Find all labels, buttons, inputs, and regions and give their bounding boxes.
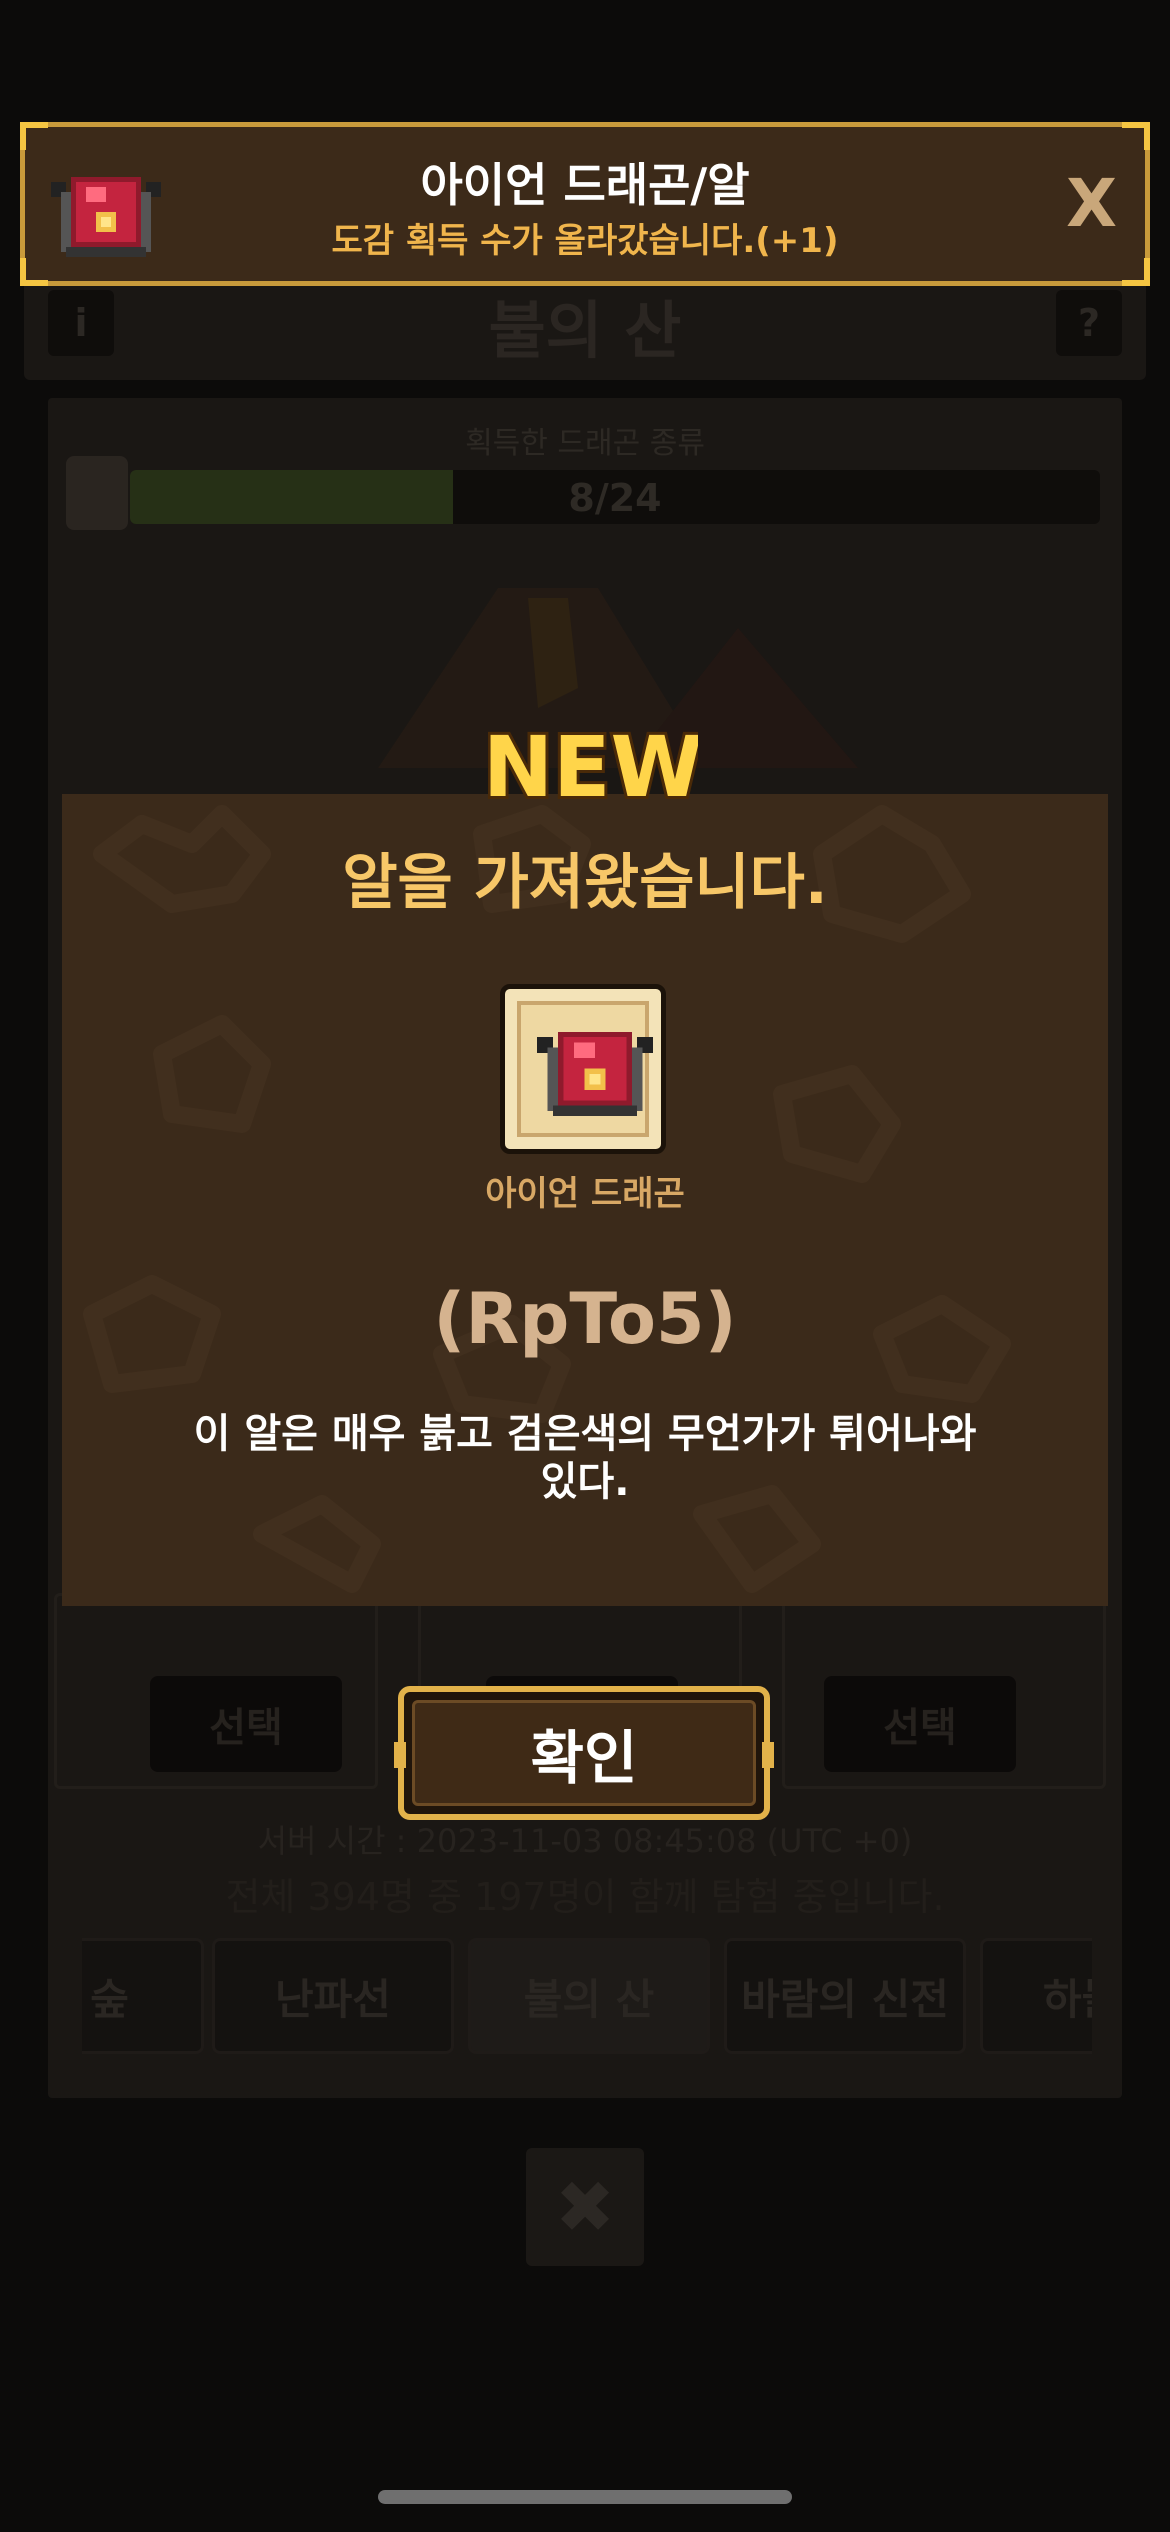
- item-code: (RpTo5): [433, 1278, 737, 1360]
- modal-title: 알을 가져왔습니다.: [342, 848, 828, 918]
- item-card: [500, 984, 666, 1154]
- progress-text: 8/24: [568, 476, 662, 520]
- collection-progress-bar: 8/24: [130, 470, 1100, 524]
- area-tabs: 의 숲 난파선 불의 산 바람의 신전 하늘의: [82, 1938, 1092, 2058]
- tab-forest[interactable]: 의 숲: [82, 1938, 204, 2054]
- explorer-count: 전체 394명 중 197명이 함께 탐험 중입니다.: [225, 1875, 945, 1919]
- select-button-3[interactable]: 선택: [824, 1676, 1016, 1772]
- svg-text:NEW: NEW: [488, 718, 698, 816]
- tab-sky[interactable]: 하늘의: [980, 1938, 1092, 2054]
- area-title: 불의 산: [488, 294, 682, 367]
- egg-acquired-modal: 알을 가져왔습니다. 아이언 드래곤 (RpTo5) 이 알은 매우 붉고 검은…: [62, 794, 1108, 1606]
- tab-shipwreck[interactable]: 난파선: [212, 1938, 454, 2054]
- server-time: 서버 시간 : 2023-11-03 08:45:08 (UTC +0): [257, 1822, 913, 1860]
- banner-title: 아이언 드래곤/알: [420, 158, 750, 212]
- tab-fire-mountain[interactable]: 불의 산: [468, 1938, 710, 2054]
- tab-wind-temple[interactable]: 바람의 신전: [724, 1938, 966, 2054]
- banner-subtitle: 도감 획득 수가 올라갔습니다.(+1): [331, 221, 839, 261]
- red-dragon-egg-icon: [537, 1031, 653, 1117]
- collection-notification-banner: 아이언 드래곤/알 도감 획득 수가 올라갔습니다.(+1) X: [20, 122, 1150, 286]
- select-button-1[interactable]: 선택: [150, 1676, 342, 1772]
- item-name: 아이언 드래곤: [485, 1174, 685, 1214]
- help-button[interactable]: ?: [1056, 290, 1122, 356]
- confirm-button-label: 확인: [412, 1700, 756, 1806]
- close-screen-button[interactable]: ✖: [526, 2148, 644, 2266]
- collection-book-icon: [66, 456, 128, 530]
- banner-close-button[interactable]: X: [1066, 165, 1117, 242]
- new-badge: NEW: [488, 716, 698, 816]
- progress-label: 획득한 드래곤 종류: [465, 426, 705, 461]
- item-description: 이 알은 매우 붉고 검은색의 무언가가 튀어나와 있다.: [193, 1411, 977, 1505]
- confirm-button[interactable]: 확인: [394, 1686, 774, 1820]
- home-indicator[interactable]: [378, 2490, 792, 2504]
